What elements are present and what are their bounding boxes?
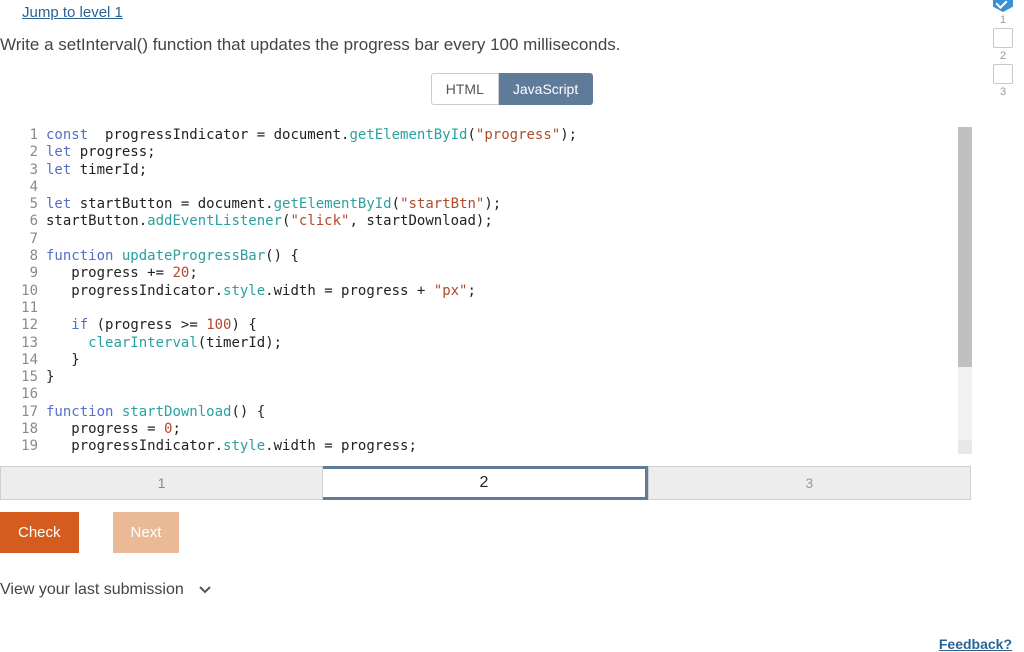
code-tab-row: HTML JavaScript [0, 55, 1024, 105]
check-button[interactable]: Check [0, 512, 79, 553]
tab-javascript[interactable]: JavaScript [499, 73, 593, 105]
editor-scrollbar-thumb[interactable] [958, 127, 972, 367]
jump-to-level-link[interactable]: Jump to level 1 [0, 0, 1024, 21]
feedback-link[interactable]: Feedback? [939, 636, 1012, 652]
editor-code-area[interactable]: const progressIndicator = document.getEl… [46, 127, 972, 454]
level-tab-2[interactable]: 2 [323, 466, 647, 500]
step-rail: 1 2 3 [990, 0, 1016, 98]
rail-step-box-done [993, 0, 1013, 12]
level-step-tabs: 1 2 3 [0, 466, 971, 500]
rail-step-label: 2 [1000, 50, 1006, 62]
rail-step-3[interactable]: 3 [993, 64, 1013, 98]
next-button[interactable]: Next [113, 512, 180, 553]
tab-html[interactable]: HTML [431, 73, 499, 105]
rail-step-1[interactable]: 1 [993, 0, 1013, 26]
editor-gutter: 12345678910111213141516171819 [0, 127, 46, 454]
rail-step-2[interactable]: 2 [993, 28, 1013, 62]
editor-scrollbar-track[interactable] [958, 127, 972, 454]
view-last-label: View your last submission [0, 581, 184, 599]
rail-step-label: 1 [1000, 14, 1006, 26]
editor-scroll-corner [958, 440, 972, 454]
code-editor[interactable]: 12345678910111213141516171819 const prog… [0, 127, 972, 454]
view-last-submission[interactable]: View your last submission [0, 581, 1024, 599]
action-buttons: Check Next [0, 512, 1024, 553]
level-tab-1[interactable]: 1 [0, 466, 323, 500]
level-tab-3[interactable]: 3 [648, 466, 971, 500]
rail-step-box [993, 28, 1013, 48]
question-prompt: Write a setInterval() function that upda… [0, 21, 1024, 55]
chevron-down-icon [198, 583, 212, 597]
rail-step-label: 3 [1000, 86, 1006, 98]
rail-step-box [993, 64, 1013, 84]
